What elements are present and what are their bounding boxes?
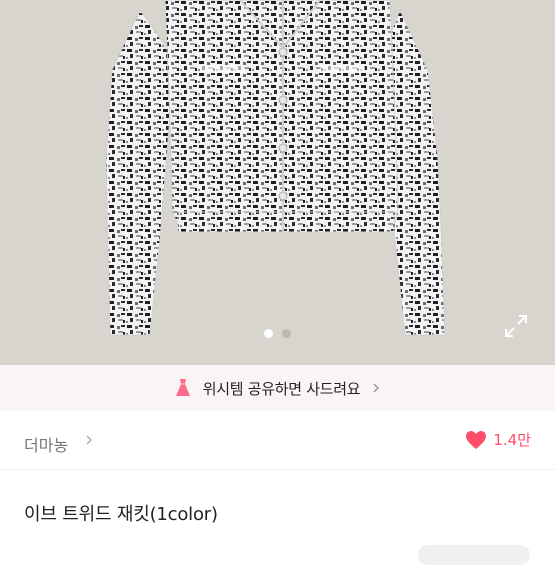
carousel-dot[interactable]: [282, 329, 291, 338]
product-image-gallery[interactable]: [0, 0, 555, 365]
product-image-tweed-jacket: [105, 0, 446, 336]
shop-name-link[interactable]: 더마농: [24, 432, 68, 456]
chevron-right-icon: [373, 383, 380, 393]
bottom-chip[interactable]: [418, 545, 530, 565]
expand-arrows-icon[interactable]: [503, 313, 529, 339]
likes-count: 1.4만: [493, 431, 531, 449]
chevron-right-icon[interactable]: [84, 434, 94, 446]
share-wishlist-banner[interactable]: 위시템 공유하면 사드려요: [0, 365, 555, 411]
carousel-indicator: [0, 329, 555, 338]
carousel-dot-active[interactable]: [264, 329, 273, 338]
product-title: 이브 트위드 재킷(1color): [24, 504, 218, 525]
banner-text: 위시템 공유하면 사드려요: [202, 379, 361, 398]
divider: [0, 469, 555, 470]
heart-icon: [466, 430, 487, 449]
like-button[interactable]: 1.4만: [465, 429, 531, 450]
dress-icon: [175, 379, 190, 396]
shop-row: 더마농 1.4만: [0, 418, 555, 468]
